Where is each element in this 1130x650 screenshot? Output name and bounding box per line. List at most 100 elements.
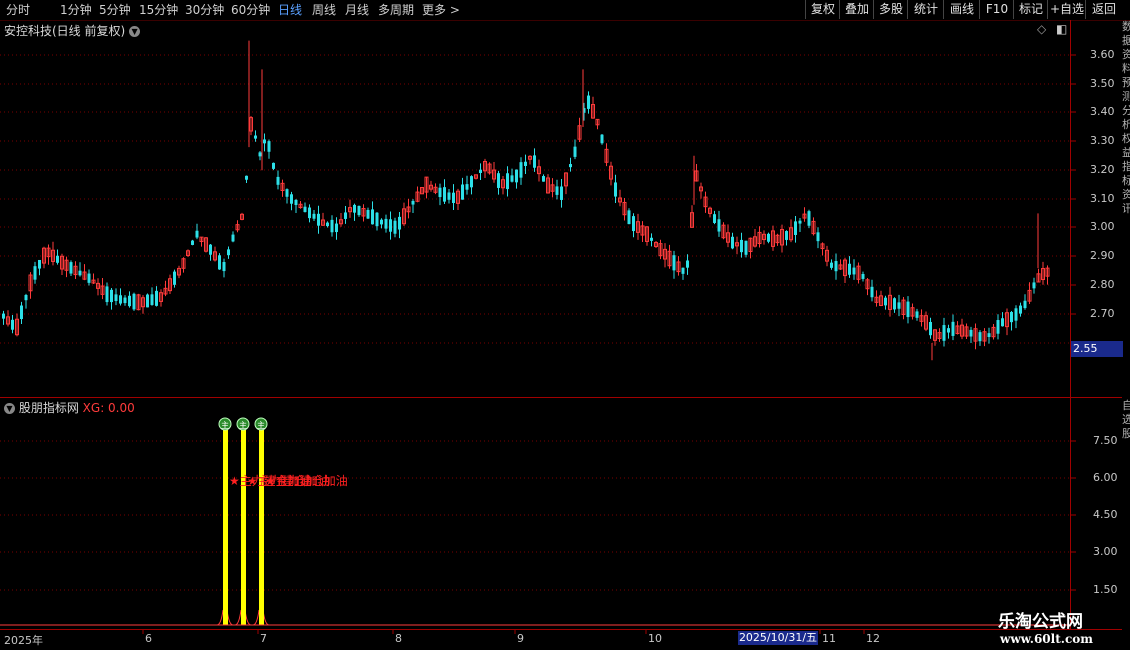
candle-body	[600, 134, 604, 144]
signal-bar	[259, 430, 264, 625]
candle-body	[308, 207, 311, 219]
candle-body	[533, 155, 536, 168]
candle-body	[686, 260, 689, 268]
y-label: 3.10	[1090, 192, 1115, 205]
candle-body	[542, 176, 545, 182]
candle-body	[816, 232, 820, 242]
candle-body	[290, 194, 293, 204]
y-label: 3.00	[1090, 220, 1115, 233]
candle-body	[717, 219, 721, 232]
candle-body	[555, 186, 559, 195]
y-label: 4.50	[1093, 508, 1118, 521]
candle-body	[524, 161, 527, 166]
signal-bar	[223, 430, 228, 625]
candle-body	[254, 135, 257, 139]
signal-label: ★主力建仓加油	[265, 474, 348, 488]
x-label: 9	[517, 632, 524, 645]
candle-body	[2, 313, 5, 319]
candle-body	[11, 319, 14, 330]
candle-body	[110, 289, 113, 303]
candle-body	[515, 169, 518, 183]
current-price-badge: 2.55	[1071, 341, 1123, 357]
panel-divider	[0, 397, 1122, 398]
signal-badge-text: 主	[221, 420, 229, 430]
candle-body	[195, 230, 199, 238]
candle-body	[497, 173, 500, 188]
candle-body	[650, 237, 653, 241]
candle-body	[740, 239, 743, 253]
candle-body	[897, 302, 901, 309]
candle-body	[951, 321, 955, 336]
candle-body	[375, 212, 379, 227]
candle-body	[465, 184, 469, 190]
candle-body	[38, 259, 41, 269]
candle-body	[452, 192, 455, 203]
candle-body	[906, 301, 910, 318]
candle-body	[303, 206, 307, 213]
candle-body	[861, 274, 865, 279]
candle-body	[357, 205, 361, 216]
candle-body	[969, 329, 973, 337]
candle-body	[33, 266, 37, 280]
candle-body	[479, 169, 482, 173]
candle-body	[569, 164, 572, 168]
candle-body	[587, 95, 590, 109]
candle-body	[848, 263, 851, 275]
candle-body	[330, 219, 334, 233]
candle-body	[222, 262, 226, 272]
x-label: 10	[648, 632, 662, 645]
candle-body	[852, 267, 856, 275]
chevron-down-icon[interactable]: ▼	[4, 403, 15, 414]
candle-body	[191, 240, 194, 245]
candle-body	[915, 311, 919, 318]
watermark-url: www.60lt.com	[1000, 632, 1093, 646]
candle-body	[69, 262, 73, 274]
candle-body	[767, 233, 770, 242]
candle-body	[24, 294, 28, 301]
candle-body	[209, 244, 212, 255]
candle-body	[366, 209, 370, 219]
candle-body	[263, 139, 266, 144]
y-label: 3.30	[1090, 134, 1115, 147]
signal-bar	[241, 430, 246, 625]
candle-body	[1001, 318, 1004, 327]
candle-body	[114, 294, 118, 301]
candle-body	[123, 297, 127, 304]
candle-body	[870, 286, 874, 298]
side-info-strip[interactable]: 数据资料预测分析权益指标资讯	[1122, 20, 1130, 400]
watermark-title: 乐淘公式网	[998, 612, 1083, 632]
candle-body	[884, 297, 887, 306]
candle-body	[996, 320, 1000, 334]
signal-badge-text: 主	[257, 420, 265, 430]
candle-body	[312, 213, 316, 219]
candle-body	[519, 162, 523, 178]
candle-body	[272, 162, 275, 169]
candle-body	[353, 204, 356, 213]
x-label: 11	[822, 632, 836, 645]
y-label: 3.40	[1090, 105, 1115, 118]
candle-body	[335, 223, 338, 233]
candle-body	[744, 240, 748, 255]
candle-body	[132, 293, 136, 310]
candle-body	[1010, 312, 1013, 323]
candle-body	[987, 333, 991, 337]
y-label: 3.60	[1090, 48, 1115, 61]
x-label: 12	[866, 632, 880, 645]
candle-body	[942, 325, 946, 341]
candle-body	[893, 298, 896, 310]
candle-body	[1014, 308, 1018, 321]
candle-body	[978, 332, 982, 342]
x-label: 6	[145, 632, 152, 645]
candle-body	[119, 295, 122, 304]
candle-body	[443, 187, 446, 202]
candle-body	[627, 210, 631, 225]
kline-chart[interactable]: 主主主	[0, 0, 1130, 650]
candle-body	[1023, 300, 1027, 309]
candle-body	[834, 261, 838, 272]
candle-body	[614, 182, 617, 197]
candle-body	[155, 290, 158, 306]
candle-body	[389, 219, 392, 232]
candle-body	[672, 255, 676, 271]
candle-body	[128, 295, 131, 307]
indicator-side-strip[interactable]: 自选股	[1122, 399, 1130, 629]
